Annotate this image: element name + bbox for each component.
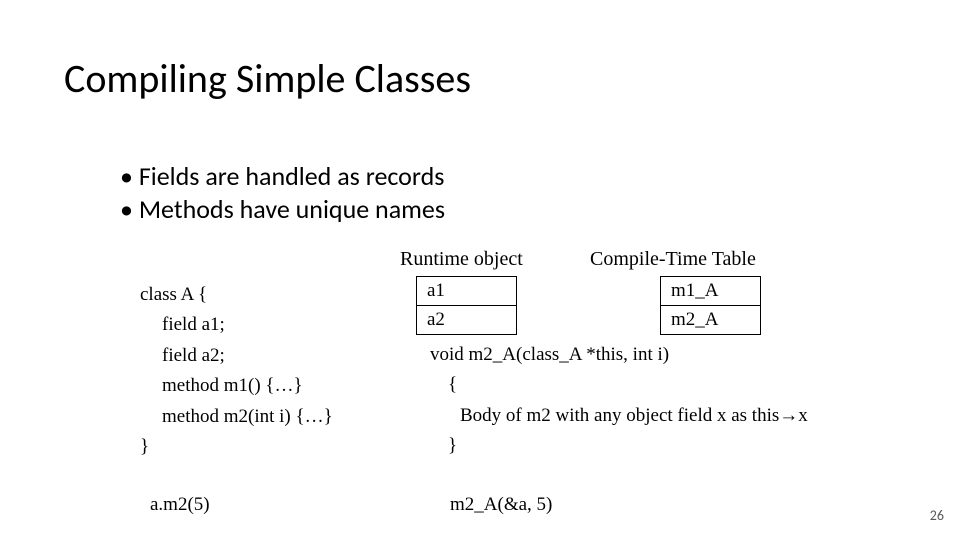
bullet-list: Fields are handled as records Methods ha… bbox=[120, 160, 445, 225]
bullet-1: Fields are handled as records bbox=[120, 160, 445, 193]
compile-time-table: m1_A m2_A bbox=[660, 276, 761, 335]
table-cell: m2_A bbox=[661, 306, 761, 335]
code-line: { bbox=[430, 370, 808, 400]
runtime-object-label: Runtime object bbox=[400, 248, 523, 271]
table-row: m1_A bbox=[661, 277, 761, 306]
bullet-2: Methods have unique names bbox=[120, 193, 445, 226]
code-line: void m2_A(class_A *this, int i) bbox=[430, 340, 808, 370]
table-cell: m1_A bbox=[661, 277, 761, 306]
body-text-post: x bbox=[798, 405, 808, 426]
source-call: a.m2(5) bbox=[150, 494, 210, 516]
runtime-object-table: a1 a2 bbox=[416, 276, 517, 335]
code-line: method m1() {…} bbox=[140, 371, 333, 401]
table-cell: a1 bbox=[417, 277, 517, 306]
code-line: } bbox=[140, 432, 333, 462]
code-line: field a1; bbox=[140, 310, 333, 340]
compiled-call: m2_A(&a, 5) bbox=[450, 494, 552, 516]
code-line: field a2; bbox=[140, 341, 333, 371]
page-number: 26 bbox=[930, 507, 944, 524]
table-cell: a2 bbox=[417, 306, 517, 335]
code-line: } bbox=[430, 431, 808, 461]
table-row: m2_A bbox=[661, 306, 761, 335]
body-text-pre: Body of m2 with any object field x as th… bbox=[460, 405, 779, 426]
code-line: method m2(int i) {…} bbox=[140, 402, 333, 432]
code-line: Body of m2 with any object field x as th… bbox=[430, 401, 808, 431]
compile-time-table-label: Compile-Time Table bbox=[590, 248, 756, 271]
compiled-method-code: void m2_A(class_A *this, int i) { Body o… bbox=[430, 340, 808, 462]
right-arrow-icon: → bbox=[779, 405, 798, 426]
code-line: class A { bbox=[140, 280, 333, 310]
class-definition-code: class A { field a1; field a2; method m1(… bbox=[140, 280, 333, 462]
table-row: a1 bbox=[417, 277, 517, 306]
slide-title: Compiling Simple Classes bbox=[64, 54, 471, 103]
table-row: a2 bbox=[417, 306, 517, 335]
